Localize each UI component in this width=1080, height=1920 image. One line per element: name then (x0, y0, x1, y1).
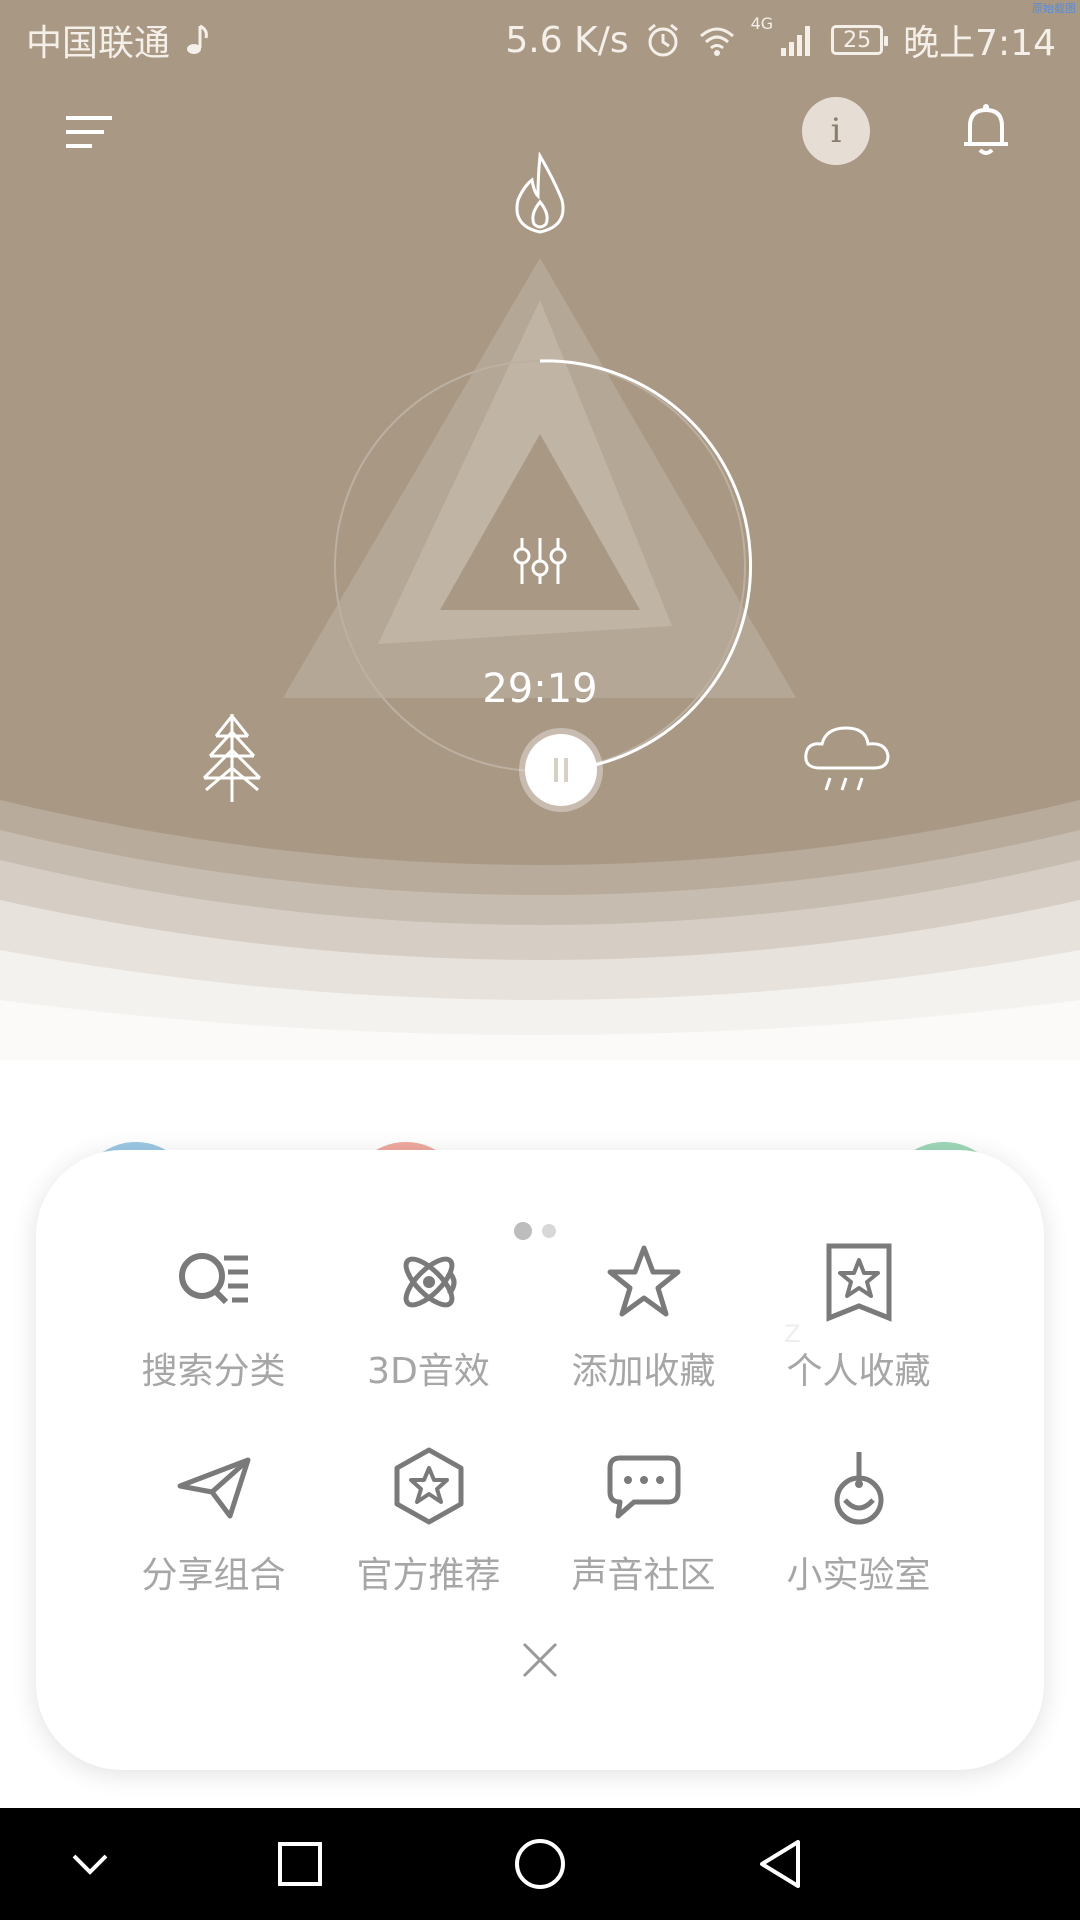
action-sound-community[interactable]: 声音社区 (536, 1446, 751, 1606)
action-search-category[interactable]: 搜索分类 (106, 1242, 321, 1402)
action-menu-card: Z 搜索分类 3D音效 添加收藏 个人收藏 分享组合 官方推荐 声音社区 小实验… (36, 1150, 1044, 1770)
hexagon-star-icon (394, 1447, 463, 1525)
search-list-icon (178, 1253, 248, 1305)
tree-icon[interactable] (196, 712, 268, 804)
action-mini-lab[interactable]: 小实验室 (751, 1446, 966, 1606)
fire-icon[interactable] (508, 152, 572, 236)
hero-panel: 中国联通 5.6 K/s 4G 25 晚上7:14 原始截图 i 29:19 (0, 0, 1080, 1060)
corner-tag: 原始截图 (1032, 2, 1076, 15)
action-share-combo[interactable]: 分享组合 (106, 1446, 321, 1606)
network-type: 4G (750, 14, 774, 33)
star-icon (607, 1245, 680, 1317)
action-label: 分享组合 (141, 1555, 286, 1596)
chat-bubble-icon (607, 1455, 680, 1519)
paper-plane-icon (177, 1457, 250, 1519)
back-icon[interactable] (748, 1832, 812, 1896)
action-add-favorite[interactable]: 添加收藏 (536, 1242, 751, 1402)
flask-icon (834, 1452, 883, 1525)
pause-button[interactable] (525, 734, 597, 806)
action-label: 搜索分类 (141, 1351, 286, 1392)
action-my-favorites[interactable]: 个人收藏 (751, 1242, 966, 1402)
recent-apps-icon[interactable] (268, 1832, 332, 1896)
sliders-icon[interactable] (510, 536, 570, 586)
action-label: 声音社区 (571, 1555, 716, 1596)
page-dot-1 (514, 1222, 532, 1240)
music-note-icon (187, 24, 208, 54)
action-official-picks[interactable]: 官方推荐 (321, 1446, 536, 1606)
wifi-icon (699, 27, 734, 56)
bookmark-star-icon (826, 1243, 891, 1322)
close-icon[interactable] (520, 1640, 560, 1680)
action-3d-sound[interactable]: 3D音效 (321, 1242, 536, 1402)
alarm-icon (647, 23, 678, 57)
battery-level: 25 (843, 27, 872, 53)
clock: 晚上7:14 (903, 23, 1056, 64)
carrier-label: 中国联通 (26, 23, 171, 64)
battery-indicator: 25 (831, 25, 889, 55)
page-indicator (514, 1222, 556, 1240)
status-bar: 中国联通 5.6 K/s 4G 25 晚上7:14 原始截图 (0, 0, 1080, 72)
signal-icon (781, 26, 811, 56)
rain-icon[interactable] (800, 722, 892, 800)
timer-display: 29:19 (482, 666, 598, 712)
home-icon[interactable] (508, 1832, 572, 1896)
collapse-icon[interactable] (58, 1832, 122, 1896)
action-label: 个人收藏 (786, 1351, 931, 1392)
network-speed: 5.6 K/s (505, 19, 629, 61)
action-label: 添加收藏 (571, 1351, 716, 1392)
system-nav-bar (0, 1808, 1080, 1920)
page-dot-2 (542, 1224, 556, 1238)
action-label: 小实验室 (786, 1555, 931, 1596)
action-label: 官方推荐 (356, 1555, 501, 1596)
atom-icon (403, 1256, 456, 1308)
action-label: 3D音效 (367, 1351, 490, 1392)
